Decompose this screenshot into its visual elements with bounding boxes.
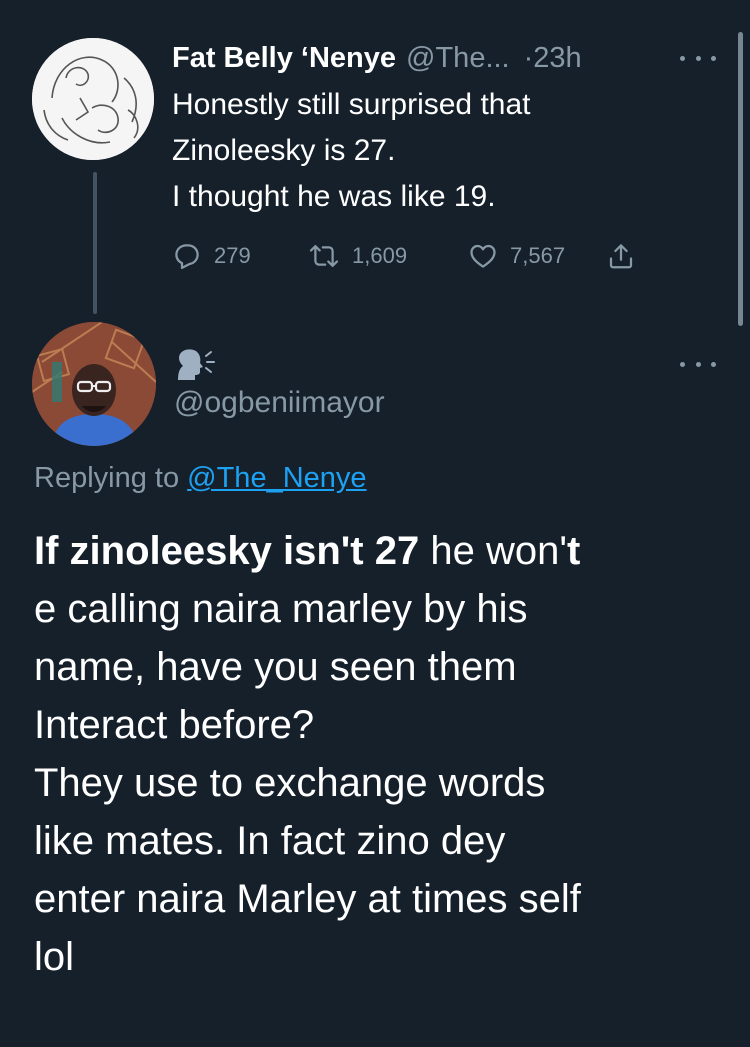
tweet-line: e calling naira marley by his <box>34 587 528 631</box>
tweet-line: Interact before? <box>34 703 315 747</box>
tweet1-text: Honestly still surprised that Zinoleesky… <box>172 82 692 220</box>
reply-icon <box>175 244 199 269</box>
more-icon[interactable] <box>680 350 716 378</box>
thread-line <box>93 172 97 314</box>
replying-to-label: Replying to <box>34 462 188 494</box>
display-name[interactable]: Fat Belly ‘Nenye <box>172 42 396 75</box>
timestamp[interactable]: ·23h <box>524 42 582 75</box>
retweet-count: 1,609 <box>352 243 408 268</box>
share-icon <box>609 244 633 269</box>
bold-text: If zinoleesky isn't 27 <box>34 529 420 573</box>
user-handle[interactable]: @The... <box>406 42 510 75</box>
replying-to: Replying to @The_Nenye <box>34 462 367 495</box>
avatar[interactable] <box>32 322 156 446</box>
replying-to-link[interactable]: @The_Nenye <box>187 462 366 494</box>
user-handle[interactable]: @ogbeniimayor <box>174 386 385 420</box>
tweet-line: Honestly still surprised that <box>172 88 531 121</box>
tweet-line: name, have you seen them <box>34 645 517 689</box>
tweet-line: like mates. In fact zino dey <box>34 819 506 863</box>
tweet-line: Zinoleesky is 27. <box>172 134 396 167</box>
like-button[interactable]: 7,567 <box>468 241 606 271</box>
speaking-head-icon <box>178 349 215 380</box>
tweet-line: If zinoleesky isn't 27 he won't <box>34 522 734 580</box>
like-count: 7,567 <box>510 243 566 268</box>
more-icon[interactable] <box>680 44 716 72</box>
text: he won' <box>419 529 567 573</box>
tweet-line: They use to exchange words <box>34 761 546 805</box>
reply-count: 279 <box>214 243 251 268</box>
like-icon <box>470 244 496 268</box>
tweet-actions: 279 1,609 7,567 <box>172 234 636 278</box>
tweet1-header: Fat Belly ‘Nenye @The... ·23h <box>172 38 710 78</box>
avatar-photo-icon <box>32 322 156 446</box>
avatar[interactable] <box>32 38 154 160</box>
bold-text: t <box>566 529 581 573</box>
avatar-sketch-icon <box>32 38 154 160</box>
share-button[interactable] <box>606 241 636 271</box>
retweet-icon <box>309 245 339 267</box>
tweet-line: I thought he was like 19. <box>172 180 496 213</box>
reply-button[interactable]: 279 <box>172 241 308 271</box>
tweet2-text: If zinoleesky isn't 27 he won't e callin… <box>34 522 734 986</box>
scrollbar[interactable] <box>738 32 743 326</box>
tweet-line: lol <box>34 935 75 979</box>
retweet-button[interactable]: 1,609 <box>308 241 468 271</box>
tweet-line: enter naira Marley at times self <box>34 877 581 921</box>
